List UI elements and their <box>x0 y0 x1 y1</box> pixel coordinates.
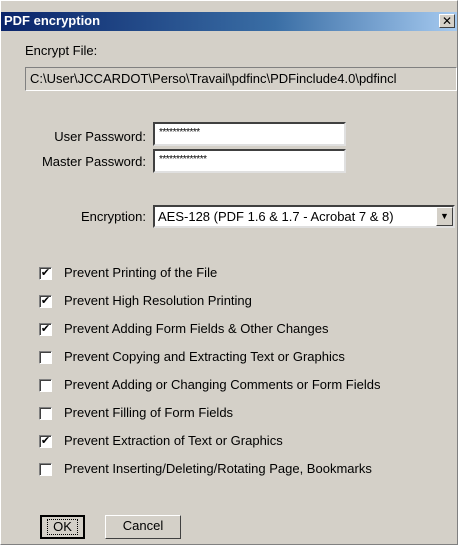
dropdown-arrow-button[interactable]: ▼ <box>436 207 453 226</box>
user-password-input[interactable]: ************ <box>153 122 346 146</box>
option-label: Prevent Printing of the File <box>64 265 218 280</box>
focus-rectangle <box>47 519 78 535</box>
encryption-selected-value: AES-128 (PDF 1.6 & 1.7 - Acrobat 7 & 8) <box>158 209 394 224</box>
checkbox-unchecked[interactable] <box>39 463 52 476</box>
option-label: Prevent Adding or Changing Comments or F… <box>64 377 381 392</box>
master-password-label: Master Password: <box>41 154 146 169</box>
checkbox-checked[interactable]: ✔ <box>39 435 52 448</box>
checkbox-unchecked[interactable] <box>39 351 52 364</box>
encrypt-file-path-field: C:\User\JCCARDOT\Perso\Travail\pdfinc\PD… <box>25 67 457 91</box>
encryption-label: Encryption: <box>80 209 146 224</box>
option-label: Prevent High Resolution Printing <box>64 293 252 308</box>
cancel-button[interactable]: Cancel <box>105 515 181 539</box>
encrypt-file-label: Encrypt File: <box>25 43 98 58</box>
user-password-label: User Password: <box>54 129 146 144</box>
option-label: Prevent Adding Form Fields & Other Chang… <box>64 321 329 336</box>
checkmark-icon: ✔ <box>40 435 51 447</box>
cancel-button-label: Cancel <box>122 518 164 533</box>
master-password-input[interactable]: ************** <box>153 149 346 173</box>
checkbox-unchecked[interactable] <box>39 379 52 392</box>
option-label: Prevent Copying and Extracting Text or G… <box>64 349 345 364</box>
checkbox-checked[interactable]: ✔ <box>39 323 52 336</box>
checkmark-icon: ✔ <box>40 267 51 279</box>
checkbox-checked[interactable]: ✔ <box>39 267 52 280</box>
option-label: Prevent Filling of Form Fields <box>64 405 234 420</box>
encryption-select[interactable]: AES-128 (PDF 1.6 & 1.7 - Acrobat 7 & 8) … <box>153 205 455 228</box>
pdf-encryption-dialog: PDF encryption ✕ Encrypt File: C:\User\J… <box>0 0 458 545</box>
checkmark-icon: ✔ <box>40 323 51 335</box>
checkbox-unchecked[interactable] <box>39 407 52 420</box>
close-icon: ✕ <box>441 14 453 28</box>
window-title: PDF encryption <box>4 13 101 28</box>
title-bar[interactable]: PDF encryption ✕ <box>1 12 457 31</box>
close-button[interactable]: ✕ <box>439 14 455 28</box>
checkbox-checked[interactable]: ✔ <box>39 295 52 308</box>
chevron-down-icon: ▼ <box>440 211 449 221</box>
option-label: Prevent Inserting/Deleting/Rotating Page… <box>64 461 372 476</box>
option-label: Prevent Extraction of Text or Graphics <box>64 433 283 448</box>
ok-button[interactable]: OK <box>40 515 85 539</box>
checkmark-icon: ✔ <box>40 295 51 307</box>
